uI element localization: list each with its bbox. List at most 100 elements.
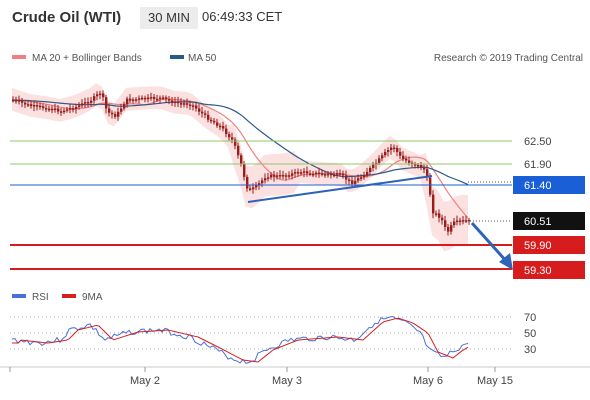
candle-body (63, 110, 66, 113)
candle-body (441, 217, 444, 221)
level-label-61-90: 61.90 (524, 159, 552, 171)
candle-body (336, 173, 339, 176)
candle-body (204, 113, 207, 115)
candle-body (444, 220, 447, 228)
x-axis: May 2 May 3 May 6 May 15 (0, 366, 590, 387)
candle-body (330, 173, 333, 176)
level-labels: 62.50 61.90 61.40 60.51 59.90 59.30 (513, 136, 585, 279)
candle-body (327, 173, 330, 176)
candle-body (123, 104, 126, 109)
candle-body (210, 119, 213, 122)
rsi-tick-70: 70 (524, 312, 536, 324)
candle-body (33, 105, 36, 107)
candle-body (180, 103, 183, 105)
candle-body (177, 101, 180, 104)
candle-body (273, 174, 276, 177)
candle-body (153, 97, 156, 100)
candle-body (225, 128, 228, 135)
candle-body (99, 93, 102, 96)
candle-body (264, 178, 267, 181)
candle-body (360, 177, 363, 179)
rsi-legend-swatch (12, 294, 26, 298)
candle-body (240, 155, 243, 165)
candle-body (231, 137, 234, 140)
candle-body (111, 112, 114, 115)
candle-body (216, 122, 219, 126)
candle-body (447, 227, 450, 232)
candle-body (12, 99, 15, 102)
price-chart: MA 20 + Bollinger Bands MA 50 Research ©… (0, 53, 590, 387)
rsi-lines (11, 315, 469, 364)
ma20-legend-swatch (12, 55, 26, 59)
x-tick-may-2: May 2 (130, 375, 160, 387)
candle-body (342, 173, 345, 176)
candle-body (270, 174, 273, 178)
rsi-tick-30: 30 (524, 344, 536, 356)
candle-body (165, 97, 168, 100)
candle-body (93, 96, 96, 101)
ma9-legend-label: 9MA (82, 292, 103, 303)
candle-body (117, 111, 120, 117)
candle-body (21, 100, 24, 103)
candle-body (168, 99, 171, 101)
candle-body (15, 99, 18, 102)
candle-body (312, 173, 315, 176)
candle-body (207, 114, 210, 120)
candle-body (252, 187, 255, 190)
candle-body (42, 106, 45, 109)
candle-body (432, 194, 435, 214)
candle-body (186, 103, 189, 105)
candle-body (126, 98, 129, 105)
candle-body (324, 174, 327, 176)
candle-body (246, 176, 249, 189)
candle-body (45, 108, 48, 110)
candle-body (309, 173, 312, 175)
x-tick-may-6: May 6 (413, 375, 443, 387)
candle-body (237, 145, 240, 156)
candle-body (213, 120, 216, 123)
candle-body (105, 97, 108, 109)
candle-body (150, 97, 153, 99)
candle-body (222, 126, 225, 129)
candle-body (201, 111, 204, 114)
rsi-line (11, 315, 469, 364)
candle-body (51, 108, 54, 111)
candle-body (195, 105, 198, 109)
candle-body (387, 150, 390, 152)
candle-body (423, 168, 426, 170)
candle-body (141, 97, 144, 100)
level-label-59-30: 59.30 (524, 265, 552, 277)
candle-body (276, 175, 279, 177)
candle-body (294, 172, 297, 174)
candle-body (228, 134, 231, 138)
candle-body (357, 178, 360, 181)
candle-body (459, 220, 462, 222)
candle-body (282, 174, 285, 177)
candle-body (129, 98, 132, 101)
candle-body (198, 108, 201, 112)
candle-body (456, 220, 459, 223)
candle-body (249, 188, 252, 190)
candle-body (69, 108, 72, 110)
level-label-62-50: 62.50 (524, 136, 552, 148)
x-tick-may-3: May 3 (272, 375, 302, 387)
candle-body (354, 180, 357, 184)
candle-body (30, 104, 33, 107)
ma20-legend-label: MA 20 + Bollinger Bands (32, 53, 142, 64)
candle-body (405, 158, 408, 161)
candle-body (108, 108, 111, 113)
candle-body (156, 98, 159, 101)
candle-body (36, 105, 39, 107)
candle-body (120, 108, 123, 112)
candle-body (78, 105, 81, 107)
candle-body (372, 164, 375, 168)
candle-body (189, 104, 192, 107)
candle-body (384, 151, 387, 156)
level-label-60-51: 60.51 (524, 216, 552, 228)
candle-body (402, 155, 405, 159)
candle-body (24, 102, 27, 105)
candle-body (84, 102, 87, 104)
candle-body (81, 103, 84, 106)
candle-body (27, 104, 30, 106)
copyright-text: Research © 2019 Trading Central (434, 53, 583, 64)
